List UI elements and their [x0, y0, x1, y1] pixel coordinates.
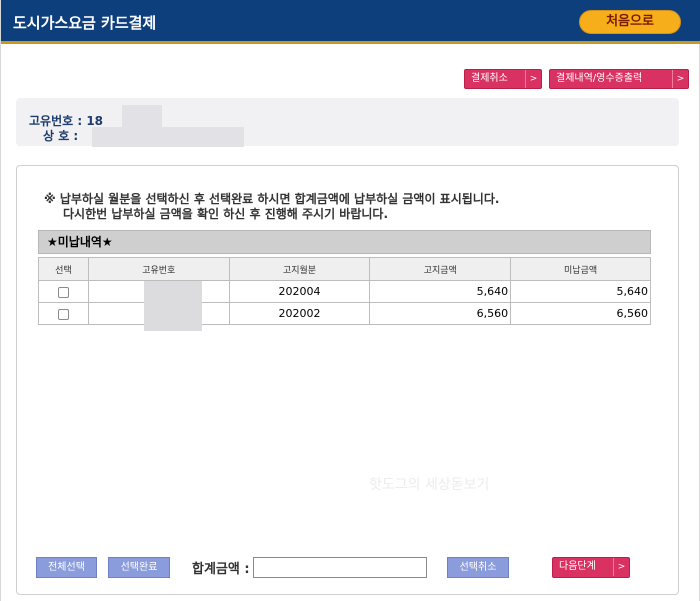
row-select-cell	[38, 302, 89, 325]
select-cancel-button[interactable]: 선택취소	[447, 557, 509, 578]
row-billed: 5,640	[369, 280, 512, 303]
unpaid-section-title: ★미납내역★	[38, 230, 651, 254]
table-header-row: 선택 고유번호 고지월분 고지금액 미납금액	[38, 257, 651, 281]
arrow-right-icon: >	[525, 70, 541, 88]
payment-history-label: 결제내역/영수증출력	[556, 73, 643, 84]
row-unpaid: 6,560	[510, 302, 651, 325]
col-header-select: 선택	[38, 257, 89, 281]
row-month: 202004	[228, 280, 371, 303]
table-row: 18 202004 5,640 5,640	[38, 280, 651, 303]
business-name-label: 상 호 :	[43, 129, 79, 143]
select-done-button[interactable]: 선택완료	[108, 557, 170, 578]
next-step-button[interactable]: 다음단계 >	[552, 557, 630, 578]
col-header-billed: 고지금액	[369, 257, 512, 281]
go-first-button[interactable]: 처음으로	[579, 10, 681, 34]
redaction-mask	[122, 105, 162, 127]
next-step-label: 다음단계	[559, 561, 596, 572]
total-amount-input[interactable]	[253, 557, 427, 578]
payment-history-receipt-button[interactable]: 결제내역/영수증출력 >	[549, 69, 689, 89]
cancel-payment-label: 결제취소	[471, 73, 508, 84]
redaction-mask	[92, 127, 244, 147]
row-select-cell	[38, 280, 89, 303]
select-all-button[interactable]: 전체선택	[36, 557, 97, 578]
page-title: 도시가스요금 카드결제	[13, 14, 157, 32]
col-header-month: 고지월분	[228, 257, 371, 281]
table-row: 18 202002 6,560 6,560	[38, 302, 651, 325]
unpaid-table: 선택 고유번호 고지월분 고지금액 미납금액 18 202004 5,640 5…	[38, 257, 651, 325]
row-checkbox[interactable]	[57, 308, 69, 320]
watermark-text: 핫도그의 세상돋보기	[369, 477, 490, 493]
row-billed: 6,560	[369, 302, 512, 325]
row-unpaid: 5,640	[510, 280, 651, 303]
arrow-right-icon: >	[613, 558, 629, 576]
row-checkbox[interactable]	[57, 286, 69, 298]
cancel-payment-button[interactable]: 결제취소 >	[464, 69, 542, 89]
redaction-mask	[144, 281, 202, 331]
total-amount-label: 합계금액 :	[192, 562, 250, 577]
notice-line-2: 다시한번 납부하실 금액을 확인 하신 후 진행해 주시기 바랍니다.	[63, 207, 389, 221]
header-bar: 도시가스요금 카드결제 처음으로	[1, 0, 700, 44]
col-header-unpaid: 미납금액	[510, 257, 651, 281]
row-month: 202002	[228, 302, 371, 325]
col-header-id: 고유번호	[87, 257, 230, 281]
payment-page: 도시가스요금 카드결제 처음으로 결제취소 > 결제내역/영수증출력 > 고유번…	[0, 0, 700, 601]
arrow-right-icon: >	[672, 70, 688, 88]
